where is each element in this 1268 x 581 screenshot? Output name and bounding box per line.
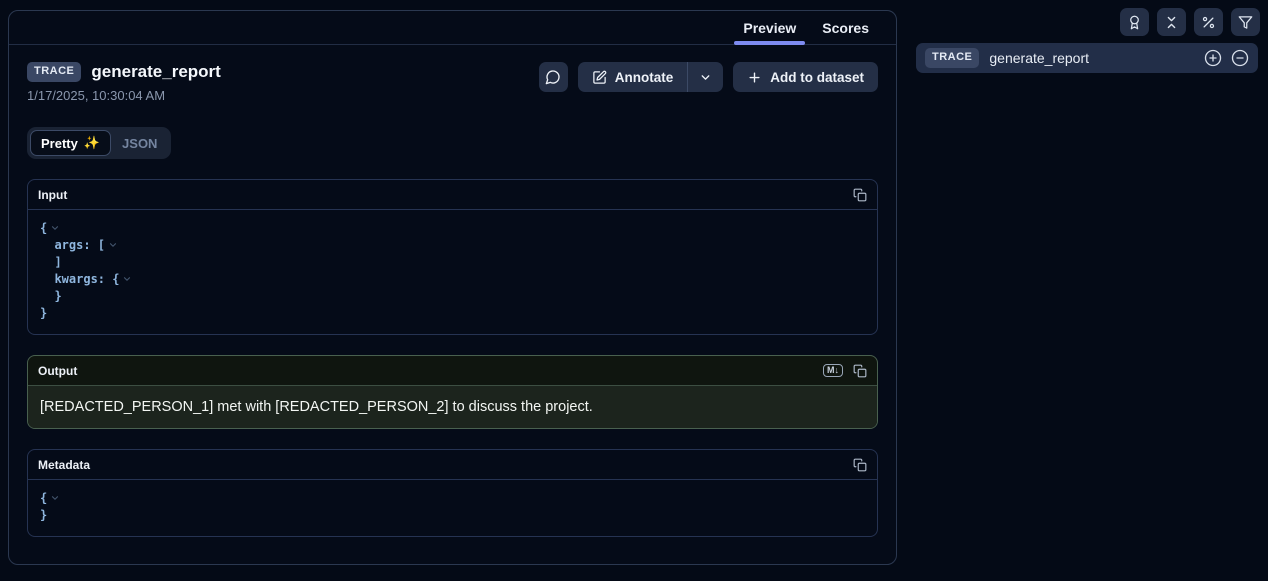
- chevron-down-icon: [699, 71, 712, 84]
- input-panel: Input { args: [ ] kwargs: { } }: [27, 179, 878, 335]
- pretty-label: Pretty: [41, 136, 78, 151]
- trace-header-left: TRACE generate_report 1/17/2025, 10:30:0…: [27, 62, 221, 103]
- json-line: }: [40, 508, 47, 522]
- copy-icon[interactable]: [853, 458, 867, 472]
- tab-scores[interactable]: Scores: [809, 11, 882, 44]
- output-panel: Output M↓ [REDACTED_PERSON_1] met with […: [27, 355, 878, 429]
- collapse-chevron-icon[interactable]: [122, 274, 132, 284]
- filter-button[interactable]: [1231, 8, 1260, 36]
- add-to-dataset-button[interactable]: Add to dataset: [733, 62, 878, 92]
- collapse-icon[interactable]: [1231, 49, 1249, 67]
- tab-preview[interactable]: Preview: [730, 11, 809, 44]
- view-mode-toggle: Pretty ✨ JSON: [27, 127, 171, 159]
- collapse-all-button[interactable]: [1157, 8, 1186, 36]
- json-line: ]: [40, 255, 62, 269]
- json-line: }: [40, 306, 47, 320]
- trace-badge: TRACE: [27, 62, 81, 81]
- output-panel-title: Output: [38, 364, 77, 378]
- copy-icon[interactable]: [853, 188, 867, 202]
- trace-actions: Annotate Add to dataset: [539, 62, 878, 92]
- add-to-dataset-label: Add to dataset: [770, 70, 864, 85]
- annotate-dropdown-button[interactable]: [687, 62, 723, 92]
- sparkles-icon: ✨: [84, 135, 100, 151]
- json-line: {: [40, 221, 47, 235]
- edit-icon: [592, 70, 607, 85]
- trace-preview-card: Preview Scores TRACE generate_report 1/1…: [8, 10, 897, 565]
- annotate-split-button: Annotate: [578, 62, 724, 92]
- scores-award-button[interactable]: [1120, 8, 1149, 36]
- markdown-toggle-icon[interactable]: M↓: [823, 364, 843, 378]
- trace-tree-row[interactable]: TRACE generate_report: [916, 43, 1258, 73]
- sidebar-toolbar: [912, 0, 1268, 36]
- trace-badge: TRACE: [925, 48, 979, 67]
- trace-tree-row-title: generate_report: [989, 50, 1089, 66]
- copy-icon[interactable]: [853, 364, 867, 378]
- filter-icon: [1238, 15, 1253, 30]
- metadata-panel-title: Metadata: [38, 458, 90, 472]
- expand-all-icon[interactable]: [1204, 49, 1222, 67]
- toggle-pretty[interactable]: Pretty ✨: [30, 130, 111, 156]
- trace-timestamp: 1/17/2025, 10:30:04 AM: [27, 88, 221, 103]
- metadata-panel: Metadata { }: [27, 449, 878, 537]
- json-line: }: [40, 289, 62, 303]
- input-json-viewer: { args: [ ] kwargs: { } }: [28, 210, 877, 334]
- metadata-json-viewer: { }: [28, 480, 877, 536]
- percent-icon: [1201, 15, 1216, 30]
- trace-tree-sidebar: TRACE generate_report: [912, 0, 1268, 581]
- tab-bar: Preview Scores: [9, 11, 896, 45]
- page-title: generate_report: [91, 62, 220, 82]
- json-line: {: [40, 491, 47, 505]
- collapse-chevron-icon[interactable]: [108, 240, 118, 250]
- plus-icon: [747, 70, 762, 85]
- metrics-percent-button[interactable]: [1194, 8, 1223, 36]
- collapse-chevron-icon[interactable]: [50, 223, 60, 233]
- comment-icon: [545, 69, 561, 85]
- fold-vertical-icon: [1164, 15, 1179, 30]
- json-line: kwargs: {: [40, 272, 119, 286]
- annotate-label: Annotate: [615, 70, 674, 85]
- toggle-json[interactable]: JSON: [111, 131, 168, 156]
- json-line: args: [: [40, 238, 105, 252]
- trace-header: TRACE generate_report 1/17/2025, 10:30:0…: [27, 62, 878, 103]
- collapse-chevron-icon[interactable]: [50, 493, 60, 503]
- input-panel-title: Input: [38, 188, 67, 202]
- award-icon: [1127, 15, 1142, 30]
- output-text: [REDACTED_PERSON_1] met with [REDACTED_P…: [28, 386, 877, 428]
- annotate-button[interactable]: Annotate: [578, 62, 688, 92]
- comment-button[interactable]: [539, 62, 568, 92]
